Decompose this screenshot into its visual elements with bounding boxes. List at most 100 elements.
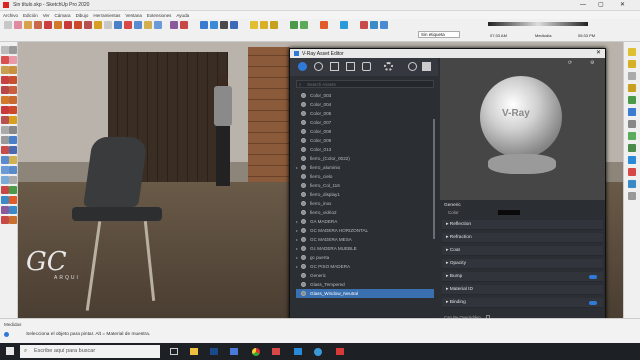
paint-tool-icon[interactable] — [1, 56, 9, 64]
text-tool-icon[interactable] — [114, 21, 122, 29]
polygon-tool-icon[interactable] — [1, 86, 9, 94]
chrome-icon[interactable] — [252, 348, 260, 356]
3d-text-icon[interactable] — [9, 146, 17, 154]
vray-mesh-light-icon[interactable] — [628, 84, 636, 92]
render-elements-icon[interactable] — [362, 62, 371, 71]
list-item-selected[interactable]: Glass_Window_Neutral — [296, 289, 434, 298]
section-refraction[interactable]: ▸ Refraction — [442, 233, 603, 243]
menu-dibujo[interactable]: Dibujo — [76, 13, 89, 18]
select-tool-icon[interactable] — [4, 21, 12, 29]
sandbox-icon[interactable] — [1, 206, 9, 214]
list-item[interactable]: Color_007 — [296, 118, 426, 127]
protractor-icon[interactable] — [1, 136, 9, 144]
axes-tool-icon[interactable] — [1, 146, 9, 154]
lights-category-icon[interactable] — [314, 62, 323, 71]
rectangle-tool-icon[interactable] — [1, 76, 9, 84]
scale-tool-icon[interactable] — [1, 116, 9, 124]
preview-settings-icon[interactable]: ⚙ — [590, 60, 594, 66]
previous-view-icon[interactable] — [9, 176, 17, 184]
menu-ayuda[interactable]: Ayuda — [176, 13, 189, 18]
solid-tools-icon[interactable] — [370, 21, 378, 29]
list-item[interactable]: ▸ Gc MADERA MUEBLE — [296, 244, 426, 253]
list-item[interactable]: ▸ fierro_aluminio — [296, 163, 426, 172]
offset-tool-icon[interactable] — [9, 116, 17, 124]
tape-tool-icon[interactable] — [1, 126, 9, 134]
maximize-button[interactable]: ▢ — [598, 1, 604, 8]
offset-tool-icon[interactable] — [94, 21, 102, 29]
section-binding[interactable]: ▸ Binding — [442, 298, 603, 308]
position-camera-icon[interactable] — [1, 186, 9, 194]
list-item[interactable]: Color_003 — [296, 91, 426, 100]
pan-tool-icon[interactable] — [144, 21, 152, 29]
vray-fur-icon[interactable] — [300, 21, 308, 29]
list-item[interactable]: fierro_cielo — [296, 172, 426, 181]
list-item[interactable]: fierro_(Color_0022) — [296, 154, 426, 163]
move-tool-icon[interactable] — [64, 21, 72, 29]
select-tool-icon[interactable] — [1, 46, 9, 54]
list-item[interactable]: Generic — [296, 271, 426, 280]
section-coat[interactable]: ▸ Coat — [442, 246, 603, 256]
eraser-tool-icon[interactable] — [14, 21, 22, 29]
menu-extensiones[interactable]: Extensiones — [147, 13, 172, 18]
paint-bucket-icon[interactable] — [124, 21, 132, 29]
list-item[interactable]: fierro_Col_116 — [296, 181, 426, 190]
orbit-tool-icon[interactable] — [1, 156, 9, 164]
browser-icon[interactable] — [294, 348, 302, 355]
color-swatch[interactable] — [498, 210, 520, 215]
pencil-tool-icon[interactable] — [24, 21, 32, 29]
settings-gear-icon[interactable] — [384, 62, 393, 71]
minimize-button[interactable]: — — [580, 2, 586, 8]
list-item[interactable]: Color_004 — [296, 100, 426, 109]
style-icon[interactable] — [340, 21, 348, 29]
vray-light-icon[interactable] — [628, 48, 636, 56]
preview-refresh-icon[interactable]: ⟳ — [568, 60, 572, 66]
list-item[interactable]: Color_008 — [296, 127, 426, 136]
section-reflection[interactable]: ▸ Reflection — [442, 220, 603, 230]
vray-sphere-light-icon[interactable] — [260, 21, 268, 29]
list-item[interactable]: ▸ GC PISO MADERA — [296, 262, 426, 271]
list-item[interactable]: fierro_inox — [296, 199, 426, 208]
push-pull-icon[interactable] — [54, 21, 62, 29]
sketchup-taskbar-icon[interactable] — [336, 348, 344, 355]
list-item[interactable]: ▸ GA MADERA — [296, 217, 426, 226]
file-explorer-icon[interactable] — [190, 348, 198, 355]
vray-mesh-light-icon[interactable] — [270, 21, 278, 29]
bump-toggle[interactable] — [589, 275, 597, 279]
list-item[interactable]: Color_013 — [296, 145, 426, 154]
settings-app-icon[interactable] — [272, 348, 280, 355]
vray-mesh-import-icon[interactable] — [628, 180, 636, 188]
text-tool-icon[interactable] — [9, 136, 17, 144]
menu-archivo[interactable]: Archivo — [3, 13, 18, 18]
search-assets-field[interactable]: ⌕ Search Assets — [296, 80, 434, 88]
menu-herramientas[interactable]: Herramientas — [93, 13, 120, 18]
list-item[interactable]: Color_005 — [296, 109, 426, 118]
vray-close-button[interactable]: ✕ — [596, 49, 601, 56]
follow-me-icon[interactable] — [9, 96, 17, 104]
section-plane-icon[interactable] — [9, 196, 17, 204]
section-material-id[interactable]: ▸ Material ID — [442, 285, 603, 295]
windows-start-icon[interactable] — [6, 347, 14, 355]
geometry-category-icon[interactable] — [330, 62, 339, 71]
vray-fur-icon[interactable] — [628, 132, 636, 140]
rotate-tool-icon[interactable] — [74, 21, 82, 29]
vray-light-icon[interactable] — [250, 21, 258, 29]
zoom-extents-icon[interactable] — [1, 176, 9, 184]
arc-tool-icon[interactable] — [9, 86, 17, 94]
tape-tool-icon[interactable] — [104, 21, 112, 29]
list-item[interactable]: Glass_Tempered — [296, 280, 426, 289]
vray-plane-icon[interactable] — [628, 120, 636, 128]
component-tool-icon[interactable] — [9, 46, 17, 54]
vray-ies-light-icon[interactable] — [628, 60, 636, 68]
vray-render-icon[interactable] — [200, 21, 208, 29]
vray-clipper-icon[interactable] — [628, 108, 636, 116]
circle-tool-icon[interactable] — [9, 76, 17, 84]
zoom-window-icon[interactable] — [9, 166, 17, 174]
shape-tool-icon[interactable] — [44, 21, 52, 29]
materials-category-icon[interactable] — [298, 62, 307, 71]
vray-decal-icon[interactable] — [628, 156, 636, 164]
dimension-tool-icon[interactable] — [9, 126, 17, 134]
vray-mesh-export-icon[interactable] — [628, 168, 636, 176]
vray-batch-icon[interactable] — [628, 192, 636, 200]
extension-icon[interactable] — [180, 21, 188, 29]
menu-ver[interactable]: Ver — [43, 13, 50, 18]
